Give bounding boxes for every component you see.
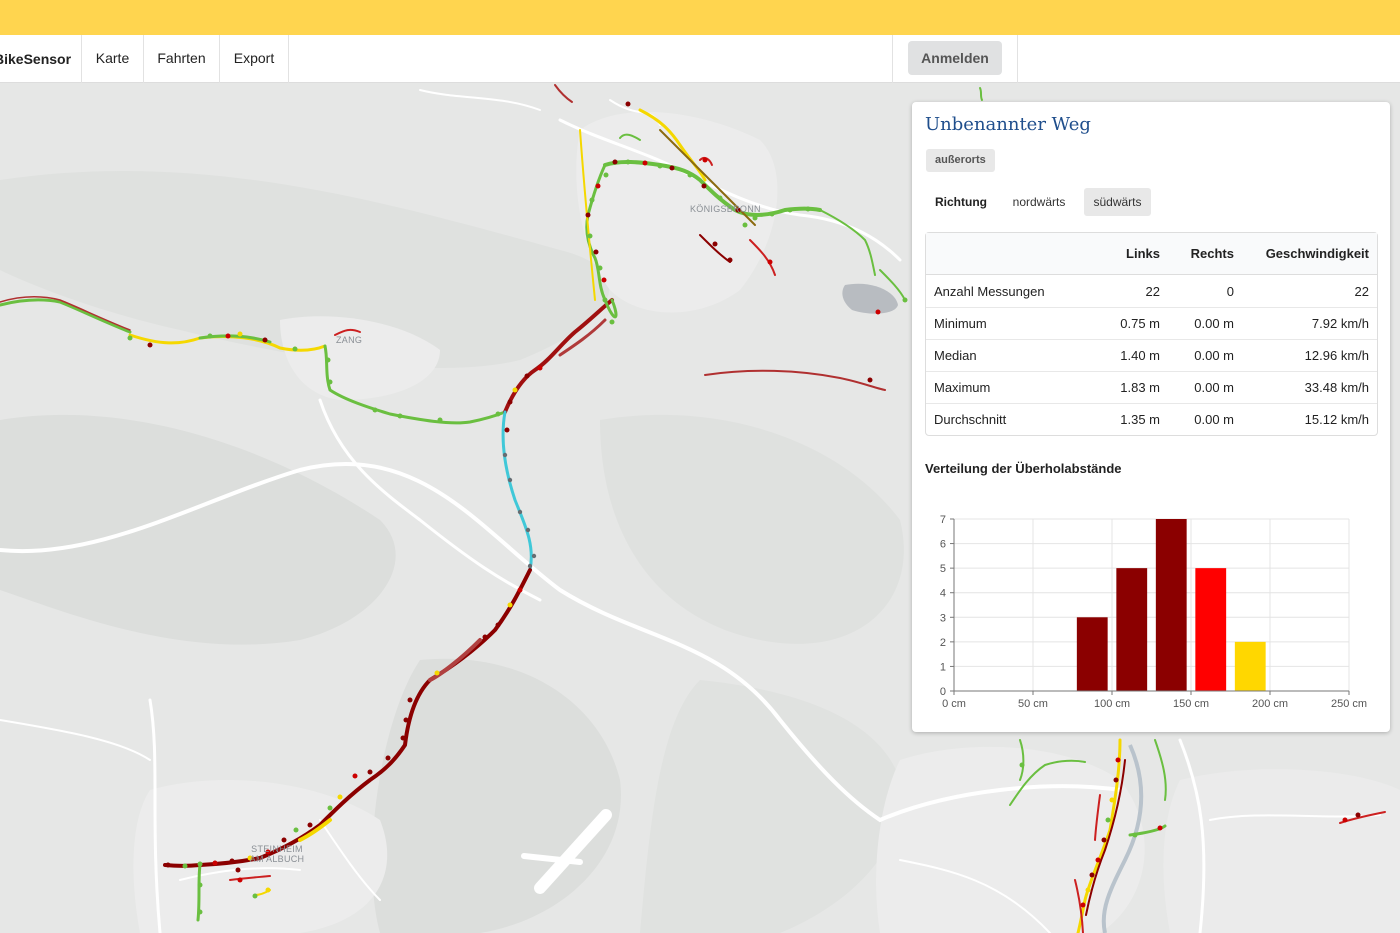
y-tick-label: 6 <box>940 539 946 551</box>
stats-cell: 33.48 km/h <box>1242 371 1377 403</box>
stats-table: Links Rechts Geschwindigkeit Anzahl Mess… <box>925 232 1378 436</box>
stats-cell: Anzahl Messungen <box>934 283 1045 299</box>
brand-logo[interactable]: BikeSensor <box>0 35 82 83</box>
y-tick-label: 3 <box>940 612 946 624</box>
navbar: BikeSensor Karte Fahrten Export Anmelden <box>0 35 1400 83</box>
table-row: Minimum 0.75 m 0.00 m 7.92 km/h <box>926 307 1377 339</box>
nav-fahrten[interactable]: Fahrten <box>144 35 220 83</box>
histogram-bar <box>1076 617 1108 691</box>
direction-label: Richtung <box>935 195 987 209</box>
nav-karte[interactable]: Karte <box>82 35 144 83</box>
stats-cell: 0.00 m <box>1168 307 1242 339</box>
table-row: Maximum 1.83 m 0.00 m 33.48 km/h <box>926 371 1377 403</box>
stats-cell: 0 <box>1226 283 1234 299</box>
direction-north-button[interactable]: nordwärts <box>1004 188 1074 216</box>
stats-cell: 22 <box>1145 283 1160 299</box>
stats-cell: 1.83 m <box>1076 371 1168 403</box>
x-tick-label: 100 cm <box>1094 698 1130 710</box>
top-banner <box>0 0 1400 35</box>
info-panel: Unbenannter Weg außerorts Richtung nordw… <box>912 102 1390 732</box>
table-row: Durchschnitt 1.35 m 0.00 m 15.12 km/h <box>926 403 1377 435</box>
stats-cell: 0.00 m <box>1168 403 1242 435</box>
stats-cell: Maximum <box>926 371 1076 403</box>
login-button[interactable]: Anmelden <box>908 41 1002 75</box>
stats-header-links: Links <box>1076 233 1168 275</box>
table-row: Median 1.40 m 0.00 m 12.96 km/h <box>926 339 1377 371</box>
table-row: Anzahl Messungen 22 0 22 <box>926 275 1377 307</box>
histogram-bar <box>1195 568 1227 691</box>
x-tick-label: 200 cm <box>1252 698 1288 710</box>
login-area: Anmelden <box>892 35 1018 83</box>
map-label-steinheim: STEINHEIM AM ALBUCH <box>249 844 305 864</box>
y-tick-label: 7 <box>940 514 946 526</box>
stats-cell: Median <box>926 339 1076 371</box>
histogram-bar <box>1116 568 1148 691</box>
chart-title: Verteilung der Überholabstände <box>925 461 1122 476</box>
y-tick-label: 2 <box>940 637 946 649</box>
x-tick-label: 0 cm <box>942 698 966 710</box>
x-tick-label: 150 cm <box>1173 698 1209 710</box>
x-tick-label: 50 cm <box>1018 698 1048 710</box>
panel-title: Unbenannter Weg <box>925 114 1091 135</box>
stats-header-name <box>926 233 1076 275</box>
zone-badge: außerorts <box>926 149 995 172</box>
stats-cell: 0.00 m <box>1168 371 1242 403</box>
nav-export[interactable]: Export <box>220 35 289 83</box>
map-label-zang: ZANG <box>336 335 363 345</box>
stats-cell: Minimum <box>926 307 1076 339</box>
y-tick-label: 5 <box>940 563 946 575</box>
stats-cell: 0.75 m <box>1076 307 1168 339</box>
direction-south-button[interactable]: südwärts <box>1084 188 1151 216</box>
y-tick-label: 1 <box>940 661 946 673</box>
x-tick-label: 250 cm <box>1331 698 1367 710</box>
stats-cell: 12.96 km/h <box>1242 339 1377 371</box>
histogram-bar <box>1234 641 1266 691</box>
stats-header-rechts: Rechts <box>1168 233 1242 275</box>
y-tick-label: 4 <box>940 588 946 600</box>
stats-cell: 7.92 km/h <box>1242 307 1377 339</box>
map-label-koenigsbronn: KÖNIGSBRONN <box>690 204 761 214</box>
stats-cell: 22 <box>1354 283 1369 299</box>
stats-cell: 1.35 m <box>1076 403 1168 435</box>
distance-histogram: 0 1 2 3 4 5 6 7 0 cm 50 cm 100 cm 150 cm 200 cm 250 c… <box>940 514 1367 710</box>
stats-header-speed: Geschwindigkeit <box>1242 233 1377 275</box>
stats-cell: 0.00 m <box>1168 339 1242 371</box>
histogram-bar <box>1155 519 1187 691</box>
stats-cell: 1.40 m <box>1076 339 1168 371</box>
stats-cell: Durchschnitt <box>926 403 1076 435</box>
y-tick-label: 0 <box>940 686 946 698</box>
stats-cell: 15.12 km/h <box>1242 403 1377 435</box>
